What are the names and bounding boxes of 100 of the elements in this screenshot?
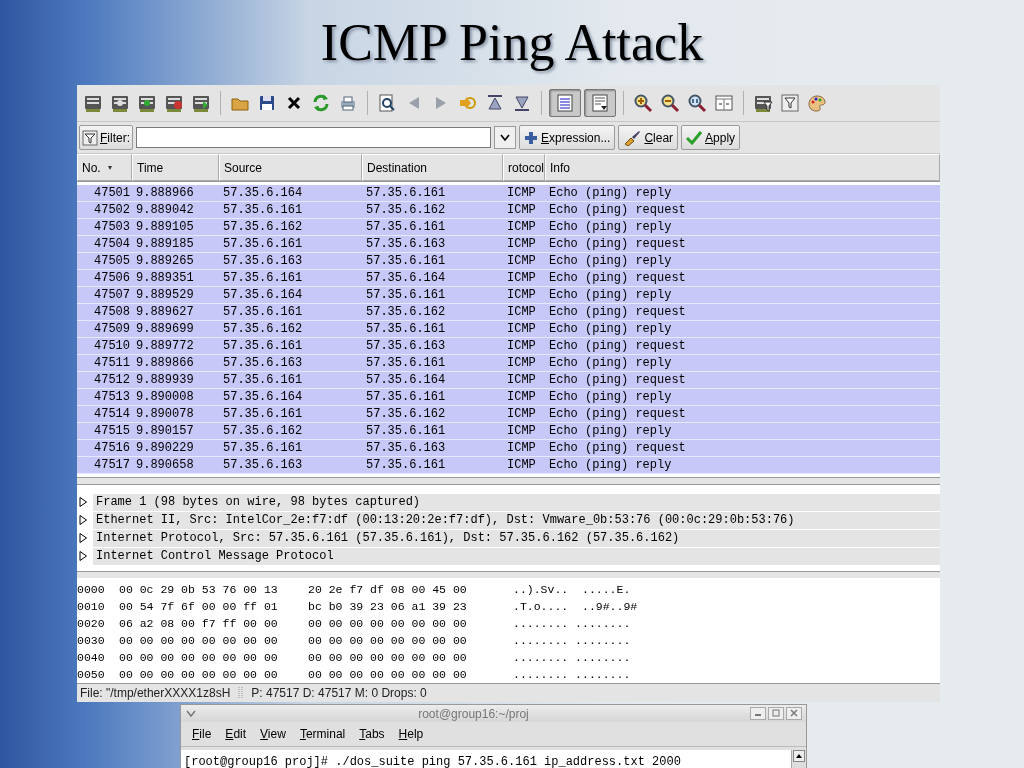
table-cell-text: Echo (ping) request bbox=[548, 440, 687, 456]
packet-row[interactable]: 47513 9.890008 57.35.6.164 57.35.6.161 ICMP Echo (ping) reply bbox=[77, 389, 940, 406]
table-cell-text: 47512 bbox=[93, 372, 131, 388]
caret-icon[interactable] bbox=[185, 708, 197, 719]
table-cell-text: 9.890658 bbox=[135, 457, 195, 473]
find-icon[interactable] bbox=[377, 93, 397, 113]
table-cell-text: ICMP bbox=[506, 355, 537, 371]
column-header[interactable]: No. bbox=[77, 154, 132, 181]
packet-row[interactable]: 47516 9.890229 57.35.6.161 57.35.6.163 ICMP Echo (ping) request bbox=[77, 440, 940, 457]
network-card-icon[interactable] bbox=[164, 93, 184, 113]
table-cell-text: 9.890078 bbox=[135, 406, 195, 422]
table-cell-text: 9.889772 bbox=[135, 338, 195, 354]
column-header[interactable]: Time bbox=[132, 154, 219, 181]
table-cell-text: 57.35.6.161 bbox=[365, 219, 447, 235]
packet-row[interactable]: 47501 9.888966 57.35.6.164 57.35.6.161 ICMP Echo (ping) reply bbox=[77, 185, 940, 202]
table-cell-text: 57.35.6.163 bbox=[365, 440, 447, 456]
table-cell-text: Echo (ping) request bbox=[548, 304, 687, 320]
hex-bytes: 00 00 00 00 00 00 00 00 bbox=[308, 667, 468, 683]
table-cell-text: 57.35.6.164 bbox=[365, 270, 447, 286]
table-cell-text: 47501 bbox=[93, 185, 131, 201]
column-header[interactable]: Destination bbox=[362, 154, 503, 181]
resize-grip-icon[interactable] bbox=[238, 686, 244, 700]
hex-bytes: 00 0c 29 0b 53 76 00 13 bbox=[119, 582, 279, 598]
tree-item[interactable]: Internet Protocol, Src: 57.35.6.161 (57.35.6.161), Dst: 57.35.6.162 (57.35.6.162) bbox=[93, 529, 940, 547]
menu-item[interactable]: Tabs bbox=[354, 725, 390, 743]
hex-offset: 0030 bbox=[77, 633, 106, 649]
expander-icon[interactable] bbox=[79, 551, 87, 561]
column-header[interactable]: Source bbox=[219, 154, 362, 181]
table-cell-text: 9.888966 bbox=[135, 185, 195, 201]
colorize-toggle-button[interactable] bbox=[549, 89, 581, 117]
table-cell-text: 47510 bbox=[93, 338, 131, 354]
table-cell-text: 57.35.6.161 bbox=[365, 389, 447, 405]
table-cell-text: ICMP bbox=[506, 389, 537, 405]
resize-columns-icon[interactable] bbox=[714, 93, 734, 113]
column-header[interactable]: Info bbox=[545, 154, 940, 181]
top-arrow-icon[interactable] bbox=[485, 93, 505, 113]
packet-row[interactable]: 47514 9.890078 57.35.6.161 57.35.6.162 ICMP Echo (ping) request bbox=[77, 406, 940, 423]
packet-row[interactable]: 47515 9.890157 57.35.6.162 57.35.6.161 ICMP Echo (ping) reply bbox=[77, 423, 940, 440]
menu-item[interactable]: File bbox=[187, 725, 217, 743]
packet-row[interactable]: 47505 9.889265 57.35.6.163 57.35.6.161 ICMP Echo (ping) reply bbox=[77, 253, 940, 270]
tree-item[interactable]: Internet Control Message Protocol bbox=[93, 547, 940, 565]
apply-button[interactable]: Apply bbox=[681, 125, 741, 150]
zoom-out-icon[interactable] bbox=[660, 93, 680, 113]
packet-row[interactable]: 47512 9.889939 57.35.6.161 57.35.6.164 ICMP Echo (ping) request bbox=[77, 372, 940, 389]
packet-row[interactable]: 47507 9.889529 57.35.6.164 57.35.6.161 ICMP Echo (ping) reply bbox=[77, 287, 940, 304]
printer-icon[interactable] bbox=[338, 93, 358, 113]
table-cell-text: ICMP bbox=[506, 236, 537, 252]
filter-label-button[interactable]: Filter: bbox=[79, 125, 133, 150]
table-cell-text: 9.890229 bbox=[135, 440, 195, 456]
packet-row[interactable]: 47509 9.889699 57.35.6.162 57.35.6.161 ICMP Echo (ping) reply bbox=[77, 321, 940, 338]
table-cell-text: 57.35.6.164 bbox=[222, 185, 304, 201]
packet-row[interactable]: 47502 9.889042 57.35.6.161 57.35.6.162 ICMP Echo (ping) request bbox=[77, 202, 940, 219]
table-cell-text: Echo (ping) request bbox=[548, 270, 687, 286]
tree-item[interactable]: Frame 1 (98 bytes on wire, 98 bytes captured) bbox=[93, 493, 940, 511]
network-card-icon[interactable] bbox=[83, 93, 103, 113]
zoom-in-icon[interactable] bbox=[633, 93, 653, 113]
filter-icon[interactable] bbox=[780, 93, 800, 113]
packet-row[interactable]: 47503 9.889105 57.35.6.162 57.35.6.161 ICMP Echo (ping) reply bbox=[77, 219, 940, 236]
brush-icon bbox=[623, 129, 642, 146]
packet-row[interactable]: 47508 9.889627 57.35.6.161 57.35.6.162 ICMP Echo (ping) request bbox=[77, 304, 940, 321]
network-card-icon[interactable] bbox=[753, 93, 773, 113]
packet-row[interactable]: 47506 9.889351 57.35.6.161 57.35.6.164 ICMP Echo (ping) request bbox=[77, 270, 940, 287]
table-cell-text: 9.889529 bbox=[135, 287, 195, 303]
table-cell-text: Echo (ping) reply bbox=[548, 219, 673, 235]
table-cell-text: ICMP bbox=[506, 406, 537, 422]
network-card-icon[interactable] bbox=[110, 93, 130, 113]
expander-icon[interactable] bbox=[79, 515, 87, 525]
network-card-icon[interactable] bbox=[191, 93, 211, 113]
expander-icon[interactable] bbox=[79, 533, 87, 543]
tree-item[interactable]: Ethernet II, Src: IntelCor_2e:f7:df (00:13:20:2e:f7:df), Dst: Vmware_0b:53:76 (00:0c:29:0b:53:76) bbox=[93, 511, 940, 529]
table-cell-text: 57.35.6.164 bbox=[222, 287, 304, 303]
table-cell-text: 57.35.6.161 bbox=[222, 270, 304, 286]
auto-scroll-icon bbox=[590, 93, 610, 113]
menu-item[interactable]: Terminal bbox=[294, 725, 351, 743]
expander-icon[interactable] bbox=[79, 497, 87, 507]
reload-icon[interactable] bbox=[311, 93, 331, 113]
sort-icon bbox=[106, 164, 113, 171]
packet-row[interactable]: 47517 9.890658 57.35.6.163 57.35.6.161 ICMP Echo (ping) reply bbox=[77, 457, 940, 474]
menu-item[interactable]: View bbox=[255, 725, 291, 743]
expression-button[interactable]: Expression... bbox=[519, 125, 616, 150]
table-cell-text: 9.890008 bbox=[135, 389, 195, 405]
table-cell-text: ICMP bbox=[506, 202, 537, 218]
packet-row[interactable]: 47504 9.889185 57.35.6.161 57.35.6.163 ICMP Echo (ping) request bbox=[77, 236, 940, 253]
minimize-icon[interactable] bbox=[750, 707, 766, 720]
auto-scroll-toggle-button[interactable] bbox=[584, 89, 616, 117]
scrollbar[interactable] bbox=[791, 750, 806, 768]
zoom-reset-icon[interactable] bbox=[687, 93, 707, 113]
clear-button[interactable]: Clear bbox=[618, 125, 679, 150]
table-cell-text: ICMP bbox=[506, 457, 537, 473]
filter-input-field[interactable] bbox=[136, 127, 491, 148]
table-cell-text: 9.889105 bbox=[135, 219, 195, 235]
palette-icon[interactable] bbox=[807, 93, 827, 113]
dropdown-button[interactable] bbox=[494, 126, 516, 149]
network-card-icon[interactable] bbox=[137, 93, 157, 113]
bottom-arrow-icon[interactable] bbox=[512, 93, 532, 113]
column-header[interactable]: rotocol bbox=[503, 154, 545, 181]
menu-item[interactable]: Edit bbox=[220, 725, 252, 743]
packet-row[interactable]: 47511 9.889866 57.35.6.163 57.35.6.161 ICMP Echo (ping) reply bbox=[77, 355, 940, 372]
menu-item[interactable]: Help bbox=[393, 725, 429, 743]
packet-row[interactable]: 47510 9.889772 57.35.6.161 57.35.6.163 ICMP Echo (ping) request bbox=[77, 338, 940, 355]
